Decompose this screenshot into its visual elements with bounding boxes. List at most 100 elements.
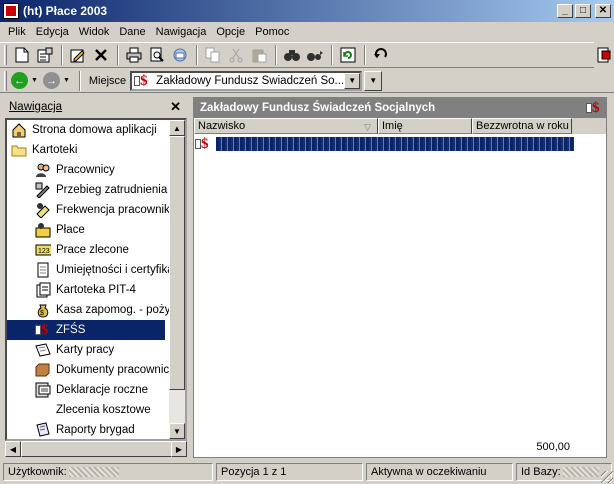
navigation-horizontal-scrollbar[interactable]: ◀ ▶ bbox=[5, 441, 187, 457]
menu-widok[interactable]: Widok bbox=[74, 26, 115, 38]
tree-item-zlecenia-kosztowe[interactable]: Zlecenia kosztowe bbox=[56, 400, 151, 420]
cut-icon[interactable] bbox=[225, 44, 247, 66]
redacted-user bbox=[68, 467, 119, 478]
tree-item-dokumenty[interactable]: Dokumenty pracownicze bbox=[35, 360, 181, 380]
close-button[interactable]: ✕ bbox=[595, 4, 611, 18]
status-position: Pozycja 1 z 1 bbox=[216, 463, 363, 481]
forward-dropdown-icon[interactable]: ▼ bbox=[63, 77, 70, 84]
refresh-icon[interactable] bbox=[337, 44, 359, 66]
toolbar-separator bbox=[78, 70, 81, 91]
toolbar-separator bbox=[275, 45, 277, 65]
status-state: Aktywna w oczekiwaniu bbox=[366, 463, 513, 481]
tree-item-raporty-brygad[interactable]: Raporty brygad bbox=[35, 420, 135, 439]
scroll-left-icon[interactable]: ◀ bbox=[5, 441, 21, 457]
reports-icon bbox=[35, 422, 51, 438]
scroll-up-icon[interactable]: ▲ bbox=[169, 120, 185, 136]
zfss-icon: $ bbox=[134, 73, 152, 89]
location-combobox[interactable]: $ Zakładowy Fundusz Świadczeń So... ▼ bbox=[130, 70, 363, 91]
back-button[interactable]: ← bbox=[11, 72, 28, 89]
tree-item-pracownicy[interactable]: Pracownicy bbox=[35, 160, 115, 180]
print-icon[interactable] bbox=[123, 44, 145, 66]
horizontal-scroll-thumb[interactable] bbox=[21, 441, 181, 457]
toolbar-extra-icon[interactable] bbox=[594, 42, 614, 68]
app-icon[interactable] bbox=[3, 3, 19, 19]
skills-icon bbox=[35, 262, 51, 278]
menu-opcje[interactable]: Opcje bbox=[211, 26, 250, 38]
menu-nawigacja[interactable]: Nawigacja bbox=[151, 26, 212, 38]
main-panel-title: Zakładowy Fundusz Świadczeń Socjalnych bbox=[200, 102, 436, 114]
tree-item-kartoteki[interactable]: Kartoteki bbox=[11, 140, 77, 160]
menu-bar: Plik Edycja Widok Dane Nawigacja Opcje P… bbox=[0, 22, 614, 41]
declarations-icon bbox=[35, 382, 51, 398]
column-header-imie[interactable]: Imię bbox=[378, 118, 472, 134]
properties-icon[interactable] bbox=[34, 44, 56, 66]
tree-item-deklaracje[interactable]: Deklaracje roczne bbox=[35, 380, 148, 400]
minimize-button[interactable]: _ bbox=[557, 4, 573, 18]
title-bar: (ht) Płace 2003 _ □ ✕ bbox=[0, 0, 614, 22]
addressbar-grip[interactable] bbox=[4, 70, 7, 91]
contract-work-icon: 123 bbox=[35, 242, 51, 258]
new-icon[interactable] bbox=[11, 44, 33, 66]
navigation-panel-header: Nawigacja ✕ bbox=[5, 97, 187, 117]
location-value: Zakładowy Fundusz Świadczeń So... bbox=[156, 74, 345, 87]
copy-icon[interactable] bbox=[202, 44, 224, 66]
navigation-tree: Strona domowa aplikacji Kartoteki Pracow… bbox=[5, 118, 187, 441]
tree-item-place[interactable]: Płace bbox=[35, 220, 85, 240]
address-bar: ← ▼ → ▼ Miejsce $ Zakładowy Fundusz Świa… bbox=[0, 69, 614, 93]
menu-edycja[interactable]: Edycja bbox=[31, 26, 74, 38]
table-row[interactable]: $ bbox=[194, 135, 606, 153]
attendance-icon bbox=[35, 202, 51, 218]
scroll-thumb[interactable] bbox=[169, 136, 185, 390]
zfss-icon: $ bbox=[35, 322, 51, 338]
documents-icon bbox=[35, 362, 51, 378]
tree-item-kasa-zapomogowa[interactable]: $ Kasa zapomog. - pożyczkowa bbox=[35, 300, 185, 320]
close-icon[interactable]: ✕ bbox=[170, 99, 181, 115]
menu-plik[interactable]: Plik bbox=[3, 26, 31, 38]
pit4-icon bbox=[35, 282, 51, 298]
find-icon[interactable] bbox=[281, 44, 303, 66]
forward-button[interactable]: → bbox=[42, 72, 60, 89]
status-db-id: Id Bazy: bbox=[516, 463, 612, 481]
mail-icon[interactable] bbox=[169, 44, 191, 66]
back-dropdown-icon[interactable]: ▼ bbox=[31, 77, 38, 84]
chevron-down-icon[interactable]: ▼ bbox=[344, 72, 361, 89]
maximize-button[interactable]: □ bbox=[575, 4, 591, 18]
toolbar-grip[interactable] bbox=[4, 45, 7, 65]
menu-dane[interactable]: Dane bbox=[114, 26, 150, 38]
zfss-icon: $ bbox=[586, 100, 604, 116]
sort-indicator-icon: ▽ bbox=[364, 122, 371, 132]
toolbar-separator bbox=[331, 45, 333, 65]
tree-item-home[interactable]: Strona domowa aplikacji bbox=[11, 120, 157, 140]
tree-item-zfss[interactable]: $ ZFŚS bbox=[7, 320, 165, 340]
tree-item-umiejetnosci[interactable]: Umiejętności i certyfikaty bbox=[35, 260, 183, 280]
toolbar-separator bbox=[61, 45, 63, 65]
zfss-icon: $ bbox=[195, 136, 213, 152]
navigation-vertical-scrollbar[interactable]: ▲ ▼ bbox=[169, 120, 185, 439]
navigation-panel-title: Nawigacja bbox=[9, 101, 63, 113]
redacted-db-id bbox=[562, 467, 599, 478]
menu-pomoc[interactable]: Pomoc bbox=[250, 26, 294, 38]
table-header: Nazwisko ▽ Imię Bezzwrotna w roku bbox=[194, 118, 606, 134]
paste-icon[interactable] bbox=[248, 44, 270, 66]
find-next-icon[interactable] bbox=[304, 44, 326, 66]
tree-item-przebieg-zatrudnienia[interactable]: Przebieg zatrudnienia bbox=[35, 180, 167, 200]
svg-text:$: $ bbox=[40, 310, 44, 317]
delete-icon[interactable] bbox=[90, 44, 112, 66]
scroll-right-icon[interactable]: ▶ bbox=[171, 441, 187, 457]
edit-icon[interactable] bbox=[67, 44, 89, 66]
resize-grip-icon[interactable] bbox=[601, 471, 613, 483]
location-label: Miejsce bbox=[88, 74, 127, 87]
location-dropdown-button[interactable]: ▼ bbox=[364, 70, 383, 91]
scroll-down-icon[interactable]: ▼ bbox=[169, 423, 185, 439]
column-header-bezzwrotna[interactable]: Bezzwrotna w roku bbox=[472, 118, 572, 134]
tree-item-frekwencja[interactable]: Frekwencja pracowników bbox=[35, 200, 184, 220]
column-header-nazwisko[interactable]: Nazwisko ▽ bbox=[194, 118, 378, 134]
total-value: 500,00 bbox=[536, 441, 570, 453]
tree-item-prace-zlecone[interactable]: 123 Prace zlecone bbox=[35, 240, 129, 260]
print-preview-icon[interactable] bbox=[146, 44, 168, 66]
window-title: (ht) Płace 2003 bbox=[23, 4, 108, 18]
tree-item-karty-pracy[interactable]: Karty pracy bbox=[35, 340, 114, 360]
undo-icon[interactable] bbox=[370, 44, 392, 66]
main-panel: Zakładowy Fundusz Świadczeń Socjalnych $… bbox=[193, 97, 607, 458]
tree-item-kartoteka-pit4[interactable]: Kartoteka PIT-4 bbox=[35, 280, 136, 300]
